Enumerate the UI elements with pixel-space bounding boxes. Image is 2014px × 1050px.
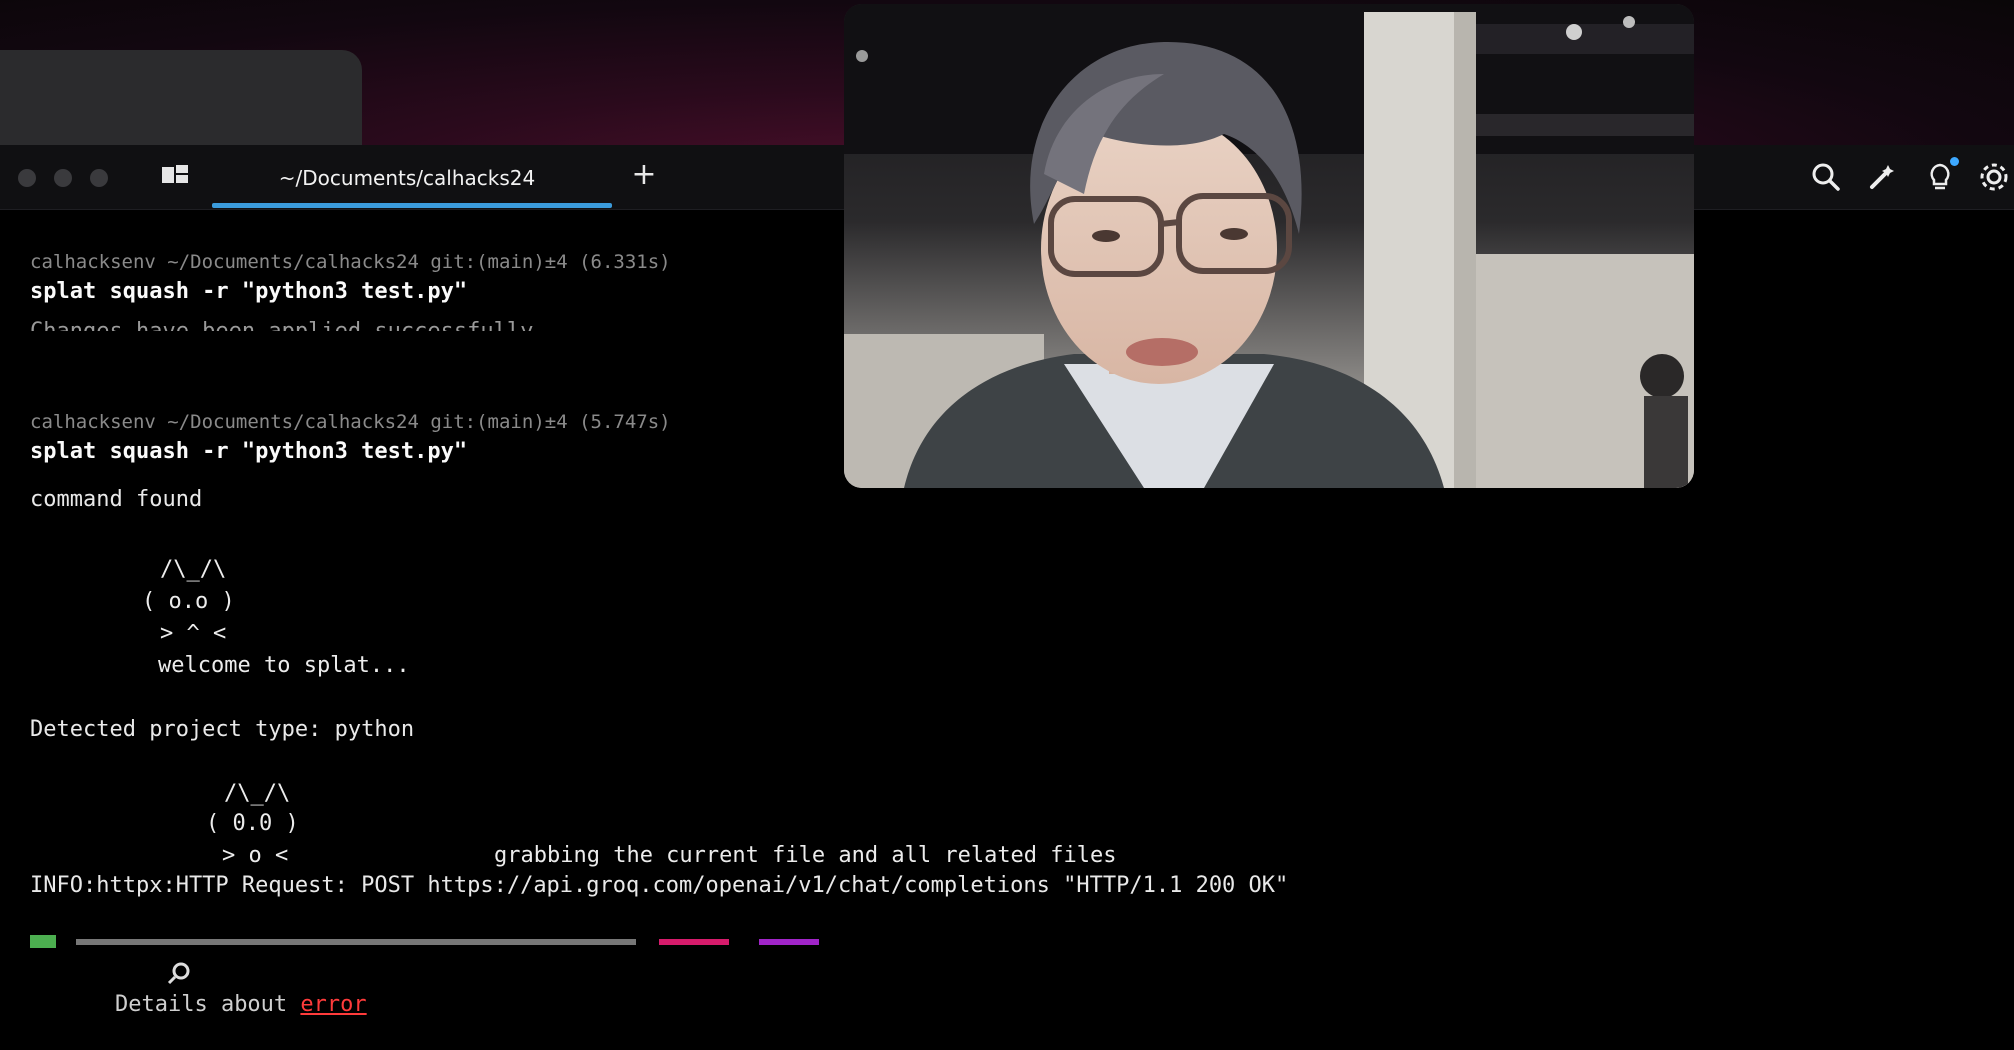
webcam-feed-image: [844, 4, 1694, 488]
magic-wand-icon[interactable]: [1864, 159, 1900, 195]
command-line: splat squash -r "python3 test.py": [30, 439, 468, 464]
notification-dot: [1950, 157, 1959, 166]
active-tab-indicator: [212, 203, 612, 208]
truncated-highlight: [758, 939, 819, 945]
ascii-cat-face: ( 0.0 ): [206, 811, 299, 836]
ascii-cat-mouth: > ^ <: [160, 621, 227, 646]
ascii-cat-ears: /\_/\: [160, 557, 227, 582]
prompt-line: calhacksenv ~/Documents/calhacks24 git:(…: [30, 251, 671, 273]
new-tab-button[interactable]: +: [628, 157, 660, 193]
output-line: command found: [30, 487, 203, 512]
details-line: Details about error: [34, 901, 367, 1017]
background-window: [0, 50, 362, 150]
truncated-highlight: [659, 939, 730, 945]
cut-off-row: [30, 935, 910, 948]
ascii-cat-ears: /\_/\: [224, 781, 291, 806]
http-log-line: INFO:httpx:HTTP Request: POST https://ap…: [30, 873, 1289, 898]
zoom-window-button[interactable]: [90, 169, 108, 187]
prompt-line: calhacksenv ~/Documents/calhacks24 git:(…: [30, 411, 671, 433]
details-label: Details about: [114, 992, 301, 1017]
output-line: Detected project type: python: [30, 717, 415, 742]
ascii-cat-mouth: > o <: [222, 843, 289, 868]
partial-output-line: Changes have been applied successfully.: [30, 317, 547, 331]
status-message: grabbing the current file and all relate…: [494, 843, 1117, 868]
check-icon: [30, 935, 56, 948]
tab-layout-icon[interactable]: [160, 163, 190, 189]
gear-icon[interactable]: [1976, 159, 2012, 195]
truncated-text: [75, 939, 636, 945]
ascii-cat-face: ( o.o ): [142, 589, 235, 614]
welcome-message: welcome to splat...: [158, 653, 410, 678]
minimize-window-button[interactable]: [54, 169, 72, 187]
webcam-video-overlay[interactable]: [844, 4, 1694, 488]
search-icon[interactable]: [1808, 159, 1844, 195]
error-label: error: [300, 992, 367, 1017]
tab-active[interactable]: ~/Documents/calhacks24: [212, 163, 602, 193]
command-line: splat squash -r "python3 test.py": [30, 279, 468, 304]
close-window-button[interactable]: [18, 169, 36, 187]
